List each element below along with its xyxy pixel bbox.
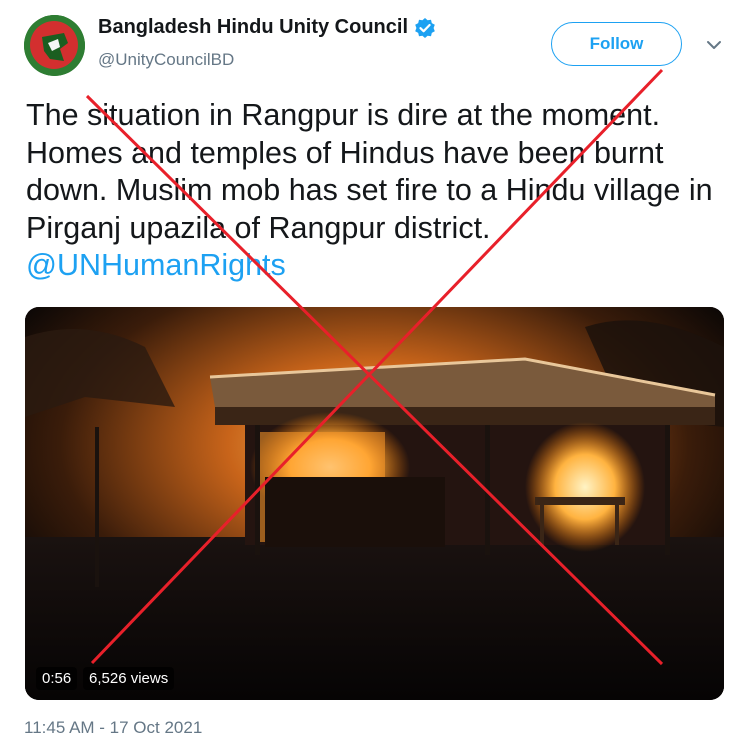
video-views: 6,526 views [83, 667, 175, 690]
account-name-row: Bangladesh Hindu Unity Council [98, 16, 436, 39]
follow-button[interactable]: Follow [551, 22, 682, 66]
avatar[interactable] [24, 15, 85, 76]
video-player[interactable] [25, 307, 724, 700]
account-handle[interactable]: @UnityCouncilBD [98, 50, 234, 70]
display-name[interactable]: Bangladesh Hindu Unity Council [98, 16, 408, 39]
video-duration: 0:56 [36, 667, 78, 690]
tweet-body: The situation in Rangpur is dire at the … [26, 98, 713, 245]
tweet-text: The situation in Rangpur is dire at the … [26, 97, 736, 285]
chevron-down-icon[interactable] [704, 38, 724, 52]
mention-link[interactable]: @UNHumanRights [26, 248, 286, 282]
tweet-timestamp[interactable]: 11:45 AM - 17 Oct 2021 [24, 718, 202, 738]
verified-badge-icon [414, 17, 436, 39]
